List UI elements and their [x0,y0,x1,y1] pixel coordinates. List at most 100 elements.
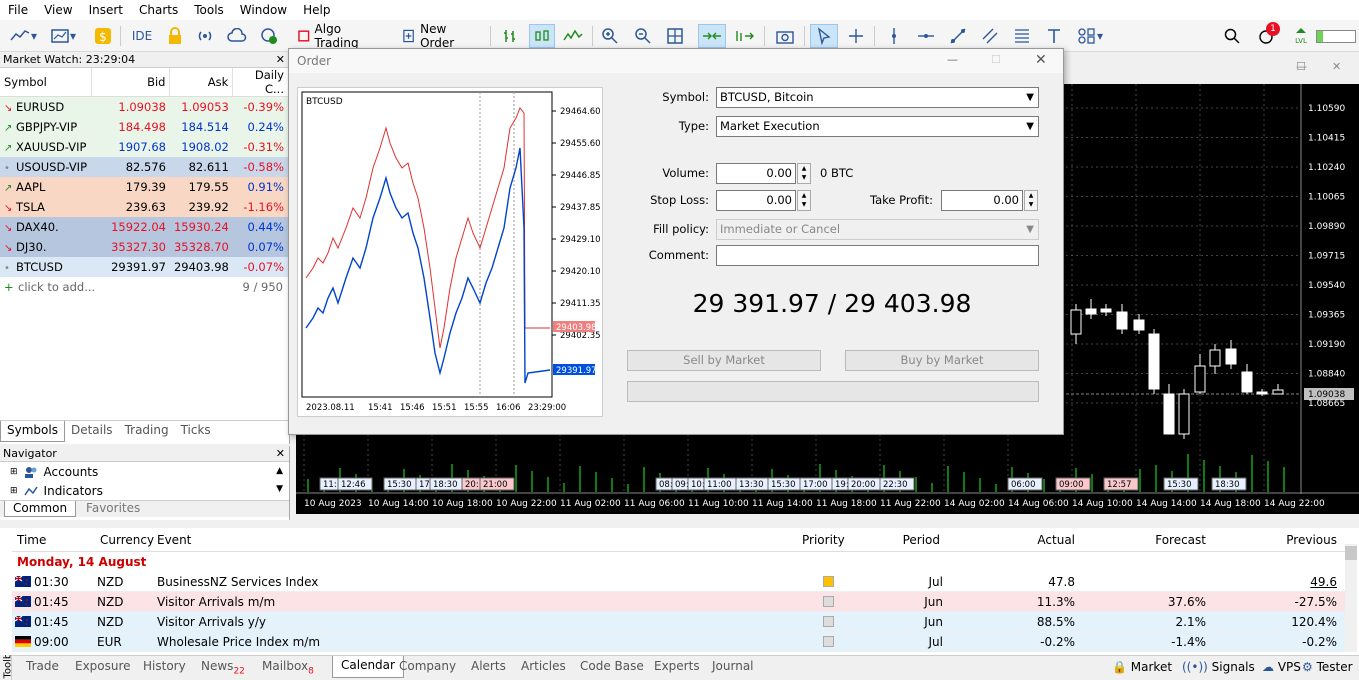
sell-by-market-button[interactable]: Sell by Market [627,350,821,371]
search-icon[interactable] [1220,24,1244,48]
tab-trading[interactable]: Trading [119,421,175,442]
signal-icon[interactable] [194,24,216,48]
tab-history[interactable]: History [143,659,186,673]
calendar-row[interactable]: 01:45 NZD Visitor Arrivals y/y Jun 88.5%… [12,612,1345,632]
signals-tool[interactable]: ((•)) Signals [1182,660,1255,674]
tab-ticks[interactable]: Ticks [175,421,217,442]
comment-input[interactable] [716,245,1039,266]
stop-loss-input[interactable]: 0.00 [716,190,796,211]
scroll-up-icon[interactable]: ▲ [276,466,283,476]
line-mode-icon[interactable] [561,24,585,48]
auto-scroll-icon[interactable] [698,24,726,48]
shapes-icon[interactable]: ▾ [1072,24,1108,48]
menu-insert[interactable]: Insert [81,3,131,17]
market-watch-row[interactable]: • USOUSD-VIP 82.576 82.611 -0.58% [0,156,288,177]
menu-charts[interactable]: Charts [131,3,186,17]
channel-icon[interactable] [978,24,1002,48]
vps-tool[interactable]: ☁ VPS [1262,660,1301,674]
col-ask[interactable]: Ask [169,68,234,97]
tab-code-base[interactable]: Code Base [580,659,644,673]
cursor-icon[interactable] [810,24,838,48]
calendar-row[interactable]: 09:00 EUR Wholesale Price Index m/m Jul … [12,632,1345,652]
place-order-button[interactable] [627,381,1039,402]
col-bid[interactable]: Bid [91,68,171,97]
tab-alerts[interactable]: Alerts [471,659,506,673]
calendar-row[interactable]: 01:45 NZD Visitor Arrivals m/m Jun 11.3%… [12,592,1345,612]
text-tool-icon[interactable] [1042,24,1066,48]
tab-journal[interactable]: Journal [712,659,754,673]
calendar-row[interactable]: 01:30 NZD BusinessNZ Services Index Jul … [12,572,1345,592]
symbol-select[interactable]: BTCUSD, Bitcoin ▼ [716,87,1039,108]
type-select[interactable]: Market Execution ▼ [716,116,1039,137]
menu-tools[interactable]: Tools [186,3,232,17]
tab-articles[interactable]: Articles [521,659,566,673]
menu-file[interactable]: File [0,3,36,17]
bar-chart-icon[interactable] [498,24,522,48]
screenshot-icon[interactable] [772,24,798,48]
horizontal-line-icon[interactable] [914,24,938,48]
tab-exposure[interactable]: Exposure [75,659,131,673]
tab-mailbox[interactable]: Mailbox8 [262,659,314,676]
menu-help[interactable]: Help [295,3,338,17]
fibonacci-icon[interactable] [1010,24,1034,48]
take-profit-stepper[interactable]: ▲ ▼ [1024,190,1038,211]
tab-favorites[interactable]: Favorites [76,501,150,517]
market-watch-row[interactable]: • BTCUSD 29391.97 29403.98 -0.07% [0,256,288,277]
market-watch-row[interactable]: ↗ GBPJPY-VIP 184.498 184.514 0.24% [0,116,288,137]
ide-button[interactable]: IDE [128,24,156,48]
vertical-line-icon[interactable] [882,24,906,48]
menu-view[interactable]: View [36,3,80,17]
market-watch-row[interactable]: ↘ DJ30. 35327.30 35328.70 0.07% [0,236,288,257]
scroll-down-icon[interactable]: ▼ [276,484,283,494]
order-close-icon[interactable]: ✕ [1035,52,1047,68]
volume-stepper[interactable]: ▲ ▼ [797,163,811,184]
cal-col-event[interactable]: Event [157,533,191,547]
cal-col-priority[interactable]: Priority [802,533,845,547]
nav-accounts[interactable]: ⊞ Accounts [0,462,289,481]
tab-trade[interactable]: Trade [26,659,59,673]
tab-news[interactable]: News22 [201,659,245,676]
tab-common[interactable]: Common [4,501,77,517]
cal-col-actual[interactable]: Actual [1037,533,1075,547]
menu-window[interactable]: Window [232,3,295,17]
navigator-close-icon[interactable]: ✕ [276,446,285,461]
chart-template-icon[interactable]: ▾ [48,24,78,48]
market-watch-row[interactable]: ↘ EURUSD 1.09038 1.09053 -0.39% [0,96,288,117]
zoom-in-icon[interactable] [598,24,622,48]
tab-experts[interactable]: Experts [654,659,700,673]
market-watch-row[interactable]: ↗ AAPL 179.39 179.55 0.91% [0,176,288,197]
notifications-icon[interactable]: 1 [1252,22,1280,48]
cal-col-currency[interactable]: Currency [100,533,154,547]
expand-icon[interactable]: ⊞ [10,467,18,477]
chart-restore-icon[interactable]: ☐ [1296,60,1306,73]
crosshair-icon[interactable] [844,24,868,48]
cloud-icon[interactable] [226,24,248,48]
tab-company[interactable]: Company [399,659,456,673]
tab-calendar[interactable]: Calendar [332,656,404,678]
dollar-icon[interactable]: $ [92,24,114,48]
lock-icon[interactable] [164,24,186,48]
algo-trading-button[interactable]: Algo Trading [294,22,390,50]
vps-icon[interactable] [258,24,280,48]
market-tool[interactable]: 🔒 Market [1112,660,1172,674]
nav-indicators[interactable]: ⊞ Indicators [0,481,289,500]
volume-input[interactable]: 0.00 [716,163,796,184]
market-watch-row[interactable]: ↘ TSLA 239.63 239.92 -1.16% [0,196,288,217]
order-minimize-icon[interactable]: — [947,53,958,66]
new-order-button[interactable]: New Order [398,22,484,50]
buy-by-market-button[interactable]: Buy by Market [845,350,1039,371]
tab-details[interactable]: Details [65,421,119,442]
col-symbol[interactable]: Symbol [0,68,92,97]
level-icon[interactable]: LVL [1290,24,1312,48]
take-profit-input[interactable]: 0.00 [941,190,1023,211]
market-watch-row[interactable]: ↘ DAX40. 15922.04 15930.24 0.44% [0,216,288,237]
market-watch-close-icon[interactable]: ✕ [276,52,285,67]
stop-loss-stepper[interactable]: ▲ ▼ [797,190,811,211]
chart-shift-icon[interactable] [732,24,758,48]
grid-icon[interactable] [663,24,687,48]
chart-close-icon[interactable]: ✕ [1332,60,1341,73]
market-watch-row[interactable]: ↗ XAUUSD-VIP 1907.68 1908.02 -0.31% [0,136,288,157]
cal-col-time[interactable]: Time [17,533,46,547]
cal-col-forecast[interactable]: Forecast [1155,533,1206,547]
cal-col-previous[interactable]: Previous [1286,533,1337,547]
